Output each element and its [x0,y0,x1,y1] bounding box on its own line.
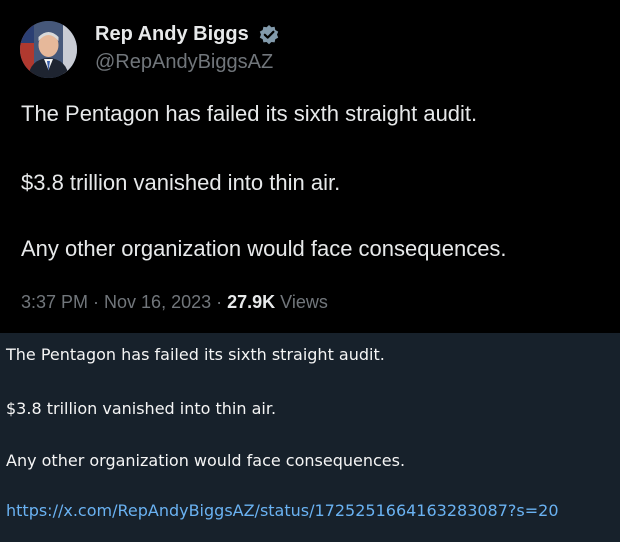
views-count: 27.9K [227,292,276,312]
tweet-screenshot: Rep Andy Biggs @RepAndyBiggsAZ The Penta… [0,0,620,333]
display-name[interactable]: Rep Andy Biggs [95,23,249,46]
avatar[interactable] [20,21,77,78]
timestamp[interactable]: 3:37 PM · Nov 16, 2023 · [21,292,227,312]
views-label: Views [275,292,328,312]
tweet-text-line: $3.8 trillion vanished into thin air. [21,170,341,195]
verified-badge-icon [259,25,279,45]
caption-line: $3.8 trillion vanished into thin air. [6,399,277,418]
tweet-link[interactable]: https://x.com/RepAndyBiggsAZ/status/1725… [6,501,559,520]
caption-line: The Pentagon has failed its sixth straig… [6,345,385,364]
tweet-meta: 3:37 PM · Nov 16, 2023 · 27.9K Views [21,292,328,313]
user-handle[interactable]: @RepAndyBiggsAZ [95,51,273,74]
caption-line: Any other organization would face conseq… [6,451,406,470]
tweet-text-line: Any other organization would face conseq… [21,236,507,261]
tweet-text-line: The Pentagon has failed its sixth straig… [21,101,478,126]
